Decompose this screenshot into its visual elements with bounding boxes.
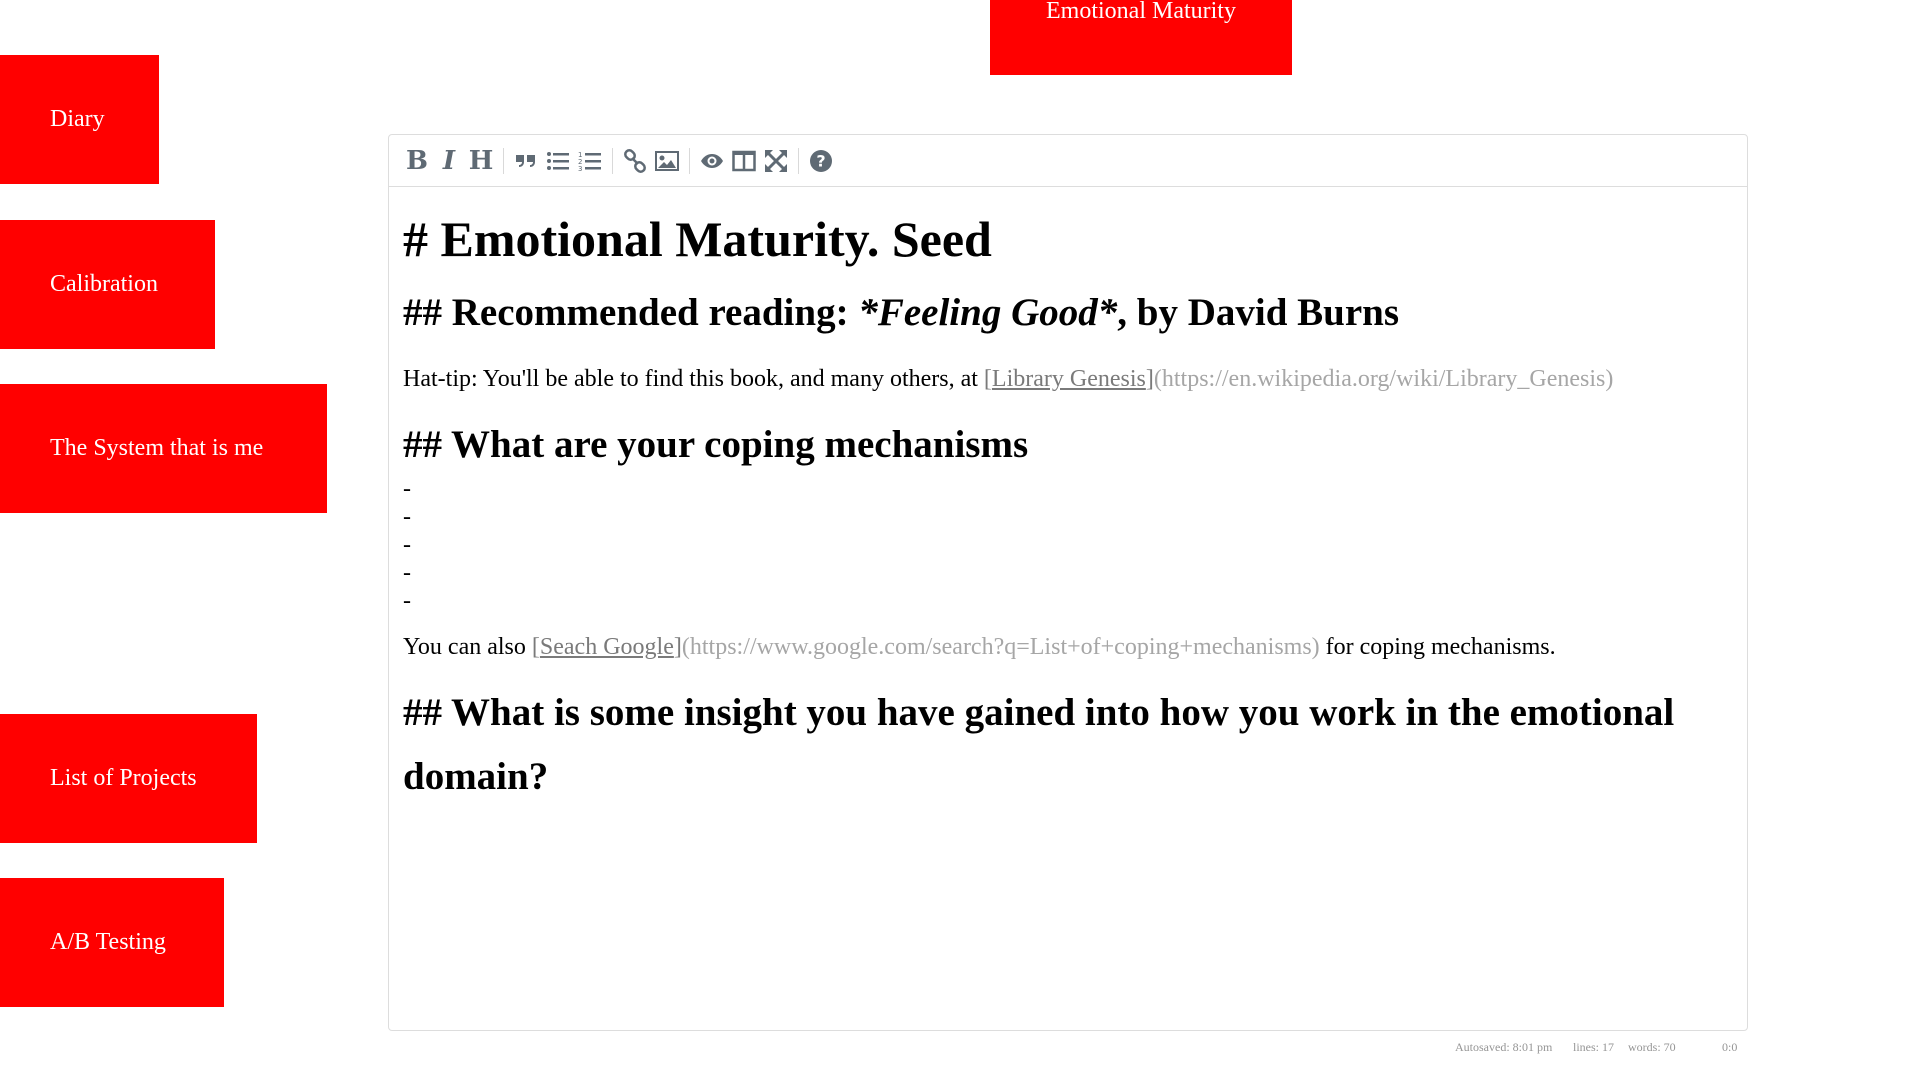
cursor-position: 0:0 [1722, 1040, 1738, 1054]
ordered-list-icon[interactable]: 123 [574, 145, 606, 177]
nav-calibration-button[interactable]: Calibration [0, 220, 215, 349]
page-title-button[interactable]: Emotional Maturity [990, 0, 1292, 75]
help-icon[interactable]: ? [805, 145, 837, 177]
list-item: - [403, 588, 411, 614]
list-item: - [403, 560, 411, 586]
nav-ab-testing-button[interactable]: A/B Testing [0, 878, 224, 1007]
link-bracket-close: ] [673, 634, 682, 660]
reading-emphasis: *Feeling Good* [858, 291, 1118, 334]
hat-tip-text: Hat-tip: You'll be able to find this boo… [403, 366, 984, 392]
also-suffix: for coping mechanisms. [1319, 634, 1556, 660]
quote-icon[interactable] [510, 145, 542, 177]
doc-heading-reading: ## Recommended reading: *Feeling Good*, … [403, 281, 1733, 345]
bold-icon[interactable]: B [401, 145, 433, 177]
preview-icon[interactable] [696, 145, 728, 177]
nav-projects-button[interactable]: List of Projects [0, 714, 257, 843]
side-by-side-icon[interactable] [728, 145, 760, 177]
list-item: - [403, 504, 411, 530]
markdown-editor: B I H 123 ? # Emotional Maturity. Seed #… [388, 134, 1748, 1031]
link-bracket-close: ] [1145, 366, 1154, 392]
doc-heading-coping: ## What are your coping mechanisms [403, 423, 1029, 466]
italic-icon[interactable]: I [433, 145, 465, 177]
also-prefix: You can also [403, 634, 532, 660]
editor-content[interactable]: # Emotional Maturity. Seed ## Recommende… [389, 187, 1747, 809]
doc-heading-1: # Emotional Maturity. Seed [403, 211, 992, 267]
svg-text:3: 3 [578, 165, 582, 173]
link-icon[interactable] [619, 145, 651, 177]
toolbar-separator [503, 147, 504, 174]
image-icon[interactable] [651, 145, 683, 177]
word-count: words: 70 [1628, 1040, 1676, 1054]
google-paragraph: You can also [Seach Google](https://www.… [403, 631, 1733, 663]
unordered-list-icon[interactable] [542, 145, 574, 177]
svg-text:?: ? [816, 151, 825, 170]
doc-heading-insight: ## What is some insight you have gained … [403, 691, 1675, 798]
reading-prefix: ## Recommended reading: [403, 291, 859, 334]
link-bracket-open: [ [531, 634, 540, 660]
search-google-url: (https://www.google.com/search?q=List+of… [681, 634, 1320, 660]
list-item: - [403, 476, 411, 502]
toolbar-separator [689, 147, 690, 174]
hat-tip-paragraph: Hat-tip: You'll be able to find this boo… [403, 363, 1733, 395]
coping-list: - - - - - [403, 475, 1733, 615]
fullscreen-icon[interactable] [760, 145, 792, 177]
nav-diary-button[interactable]: Diary [0, 55, 159, 184]
reading-suffix: , by David Burns [1117, 291, 1400, 334]
toolbar-separator [612, 147, 613, 174]
line-count: lines: 17 [1573, 1040, 1614, 1054]
list-item: - [403, 532, 411, 558]
search-google-link[interactable]: Seach Google [540, 634, 674, 660]
nav-system-button[interactable]: The System that is me [0, 384, 327, 513]
toolbar-separator [798, 147, 799, 174]
library-genesis-url: (https://en.wikipedia.org/wiki/Library_G… [1153, 366, 1614, 392]
link-bracket-open: [ [983, 366, 992, 392]
library-genesis-link[interactable]: Library Genesis [992, 366, 1146, 392]
heading-icon[interactable]: H [465, 145, 497, 177]
autosave-status: Autosaved: 8:01 pm [1455, 1040, 1553, 1054]
editor-toolbar: B I H 123 ? [389, 135, 1747, 187]
